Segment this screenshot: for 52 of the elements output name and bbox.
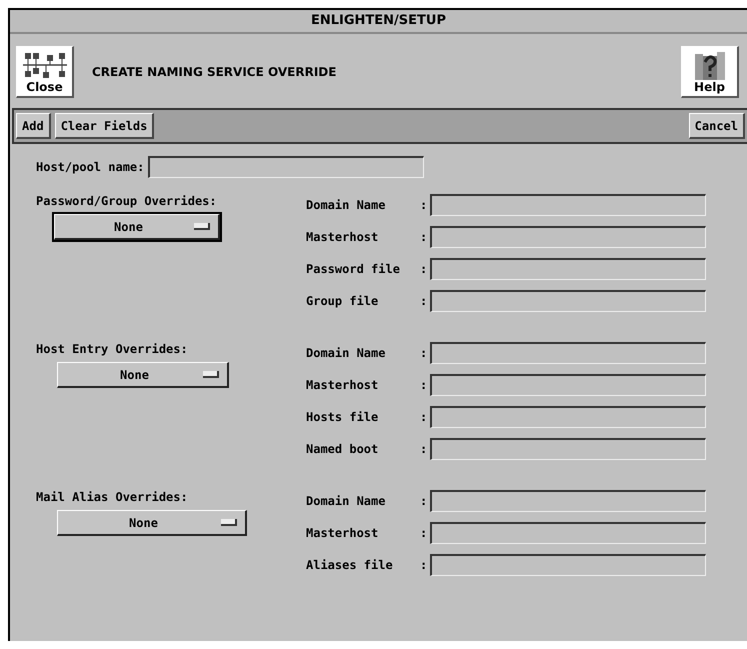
toolbar-button[interactable]: Clear Fields (54, 113, 154, 139)
field-label: Aliases file (306, 558, 394, 572)
input-field[interactable] (430, 374, 706, 396)
field-label: Group file (306, 294, 380, 308)
input-field[interactable] (430, 554, 706, 576)
input-field[interactable] (430, 258, 706, 280)
option-menu[interactable]: None (54, 214, 220, 240)
field-separator: : (420, 294, 428, 308)
toolbar-button[interactable]: Cancel (688, 113, 745, 139)
section-label: Mail Alias Overrides: (36, 490, 189, 504)
field-separator: : (420, 198, 428, 212)
input-field[interactable] (148, 156, 424, 178)
input-field[interactable] (430, 438, 706, 460)
field-separator: : (420, 494, 428, 508)
close-button[interactable]: Close (16, 46, 74, 98)
field-separator: : (420, 410, 428, 424)
field-label: Masterhost (306, 378, 380, 392)
field-label: Masterhost (306, 230, 380, 244)
input-field[interactable] (430, 290, 706, 312)
field-label: Password file (306, 262, 401, 276)
field-label: Named boot (306, 442, 380, 456)
input-field[interactable] (430, 342, 706, 364)
field-separator: : (420, 558, 428, 572)
toolbar-button[interactable]: Add (16, 113, 51, 139)
field-label: Masterhost (306, 526, 380, 540)
field-separator: : (420, 378, 428, 392)
field-separator: : (420, 526, 428, 540)
help-button[interactable]: Help (681, 46, 739, 98)
field-separator: : (420, 230, 428, 244)
field-label: Domain Name (306, 346, 386, 360)
input-field[interactable] (430, 406, 706, 428)
input-field[interactable] (430, 226, 706, 248)
field-label: Domain Name (306, 198, 386, 212)
field-separator: : (420, 262, 428, 276)
field-separator: : (420, 346, 428, 360)
option-menu[interactable]: None (57, 510, 247, 536)
field-label: Domain Name (306, 494, 386, 508)
option-menu-indicator-icon (203, 371, 219, 378)
option-menu[interactable]: None (57, 362, 229, 388)
section-label: Password/Group Overrides: (36, 194, 218, 208)
network-icon (20, 52, 68, 80)
section-label: Host Entry Overrides: (36, 342, 189, 356)
option-menu-indicator-icon (221, 519, 237, 526)
input-field[interactable] (430, 194, 706, 216)
book-question-icon (692, 50, 726, 80)
input-field[interactable] (430, 490, 706, 512)
field-label: Host/pool name: (36, 160, 144, 174)
option-menu-indicator-icon (194, 223, 210, 230)
input-field[interactable] (430, 522, 706, 544)
field-label: Hosts file (306, 410, 380, 424)
field-separator: : (420, 442, 428, 456)
dialog-title: CREATE NAMING SERVICE OVERRIDE (91, 65, 338, 79)
